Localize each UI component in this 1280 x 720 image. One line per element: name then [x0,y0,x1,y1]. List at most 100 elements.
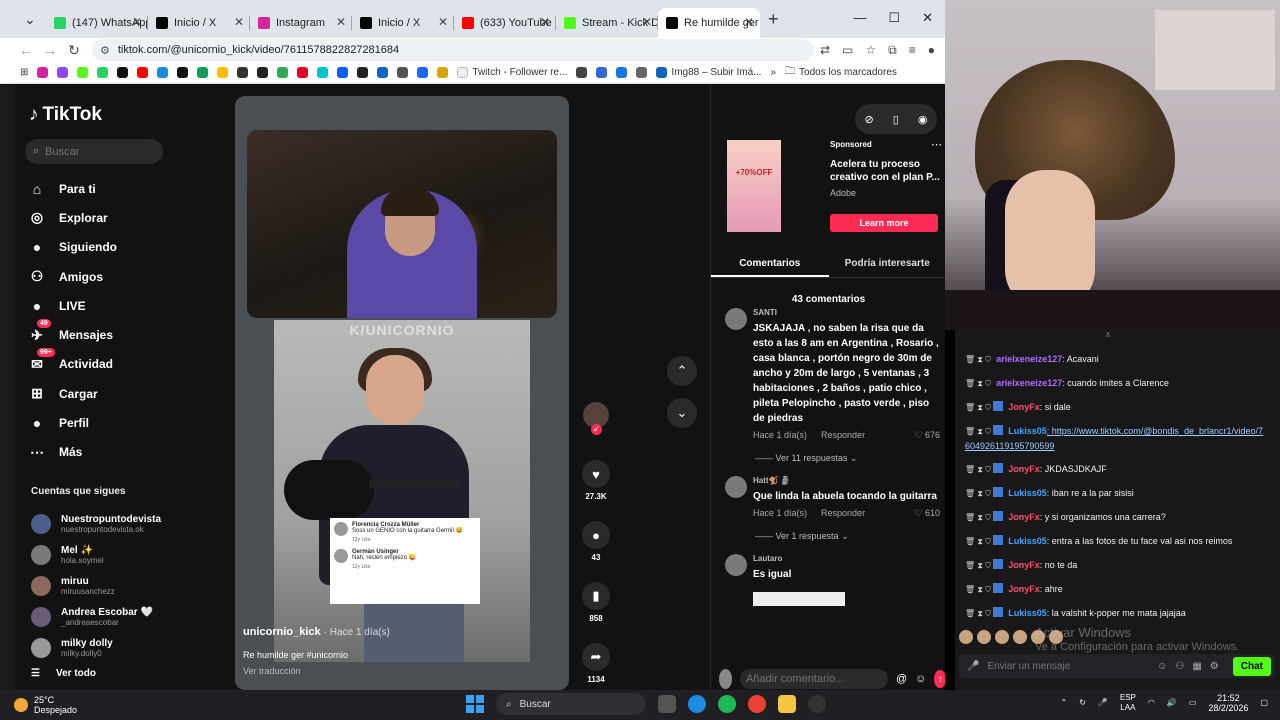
shield-icon[interactable]: ⛉ [985,513,993,522]
tab-may-interest[interactable]: Podría interesarte [829,252,946,277]
back-icon[interactable]: ← [14,42,38,58]
comment-avatar[interactable] [725,308,747,330]
browser-tab[interactable]: Stream - Kick Da ✕ [556,8,658,38]
shield-icon[interactable]: ⛉ [985,403,993,412]
bookmark-twitch-follower[interactable]: Twitch - Follower re... [457,67,567,78]
shield-icon[interactable]: ⛉ [985,585,993,594]
bookmark-x-icon[interactable] [117,67,129,78]
next-video-chevron-down-icon[interactable]: ⌄ [667,398,697,428]
chat-username[interactable]: JonyFx [1008,464,1040,474]
tray-mic-icon[interactable]: 🎤 [1098,698,1108,708]
chat-username[interactable]: Lukiss05 [1008,608,1047,618]
follow-plus-icon[interactable]: ✓ [591,424,602,435]
trash-icon[interactable]: 🗑 [965,609,977,618]
comment-username[interactable]: SANTI [753,308,940,317]
sponsored-ad[interactable]: +70%OFF Sponsored ⋯ Acelera tu proceso c… [727,138,942,234]
trash-icon[interactable]: 🗑 [965,465,977,474]
shield-icon[interactable]: ⛉ [985,355,993,364]
creator-avatar[interactable]: ✓ [583,402,609,435]
add-comment-input[interactable] [739,669,888,689]
chat-send-button[interactable]: Chat [1232,656,1271,676]
file-explorer-icon[interactable] [778,695,796,713]
share-arrow-icon[interactable]: ➦ [582,643,610,671]
bookmark-whatsapp-icon[interactable] [97,67,109,78]
all-bookmarks-folder[interactable]: 🗀 Todos los marcadores [785,64,897,81]
trash-icon[interactable]: 🗑 [965,489,977,498]
store-icon[interactable]: ▦ [1192,661,1201,672]
emote-picker-icon[interactable]: ☺ [1157,661,1167,672]
bookmark-instagram-icon[interactable] [37,67,49,78]
nav-item-amigos[interactable]: ⚇ Amigos [27,262,117,291]
nav-item-más[interactable]: ⋯ Más [27,438,117,467]
tab-search-icon[interactable]: ⌄ [18,11,42,28]
nav-item-actividad[interactable]: ✉ 99+ Actividad [27,348,117,379]
browser-tab[interactable]: Inicio / X ✕ [352,8,454,38]
bookmark-kick-icon[interactable] [77,67,89,78]
settings-gear-icon[interactable]: ⚙ [1210,661,1219,672]
trash-icon[interactable]: 🗑 [965,379,977,388]
chat-username[interactable]: JonyFx [1008,560,1040,570]
tiktok-logo[interactable]: ♪ TikTok [29,104,102,126]
trash-icon[interactable]: 🗑 [965,561,977,570]
tray-sync-icon[interactable]: ↻ [1079,698,1086,708]
bookmark-up2-icon[interactable] [357,67,369,78]
profile-icon[interactable]: ● [928,43,935,58]
see-translation-link[interactable]: Ver traducción [243,666,390,676]
new-tab-button[interactable]: + [768,9,779,30]
comment-reply-button[interactable]: Responder [821,430,865,441]
comment-likes[interactable]: ♡ 676 [914,430,940,441]
bookmark-pinterest-icon[interactable] [297,67,309,78]
comment-bubble-icon[interactable]: ● [582,521,610,549]
bookmark-img88[interactable]: Img88 – Subir Imá... [656,67,761,78]
more-bookmarks-icon[interactable]: » [770,67,776,78]
video-author[interactable]: unicornio_kick [243,626,321,638]
chat-username[interactable]: Lukiss05 [1008,488,1047,498]
shield-icon[interactable]: ⛉ [985,465,993,474]
bookmark-youtube-icon[interactable] [137,67,149,78]
emote-icon[interactable] [959,630,973,644]
chat-username[interactable]: Lukiss05 [1008,426,1047,436]
chat-username[interactable]: JonyFx [1008,512,1040,522]
nav-item-cargar[interactable]: ⊞ Cargar [27,379,117,408]
bookmark-globe-icon[interactable] [397,67,409,78]
shield-icon[interactable]: ⛉ [985,379,993,388]
close-window-icon[interactable]: ✕ [922,10,933,26]
url-field[interactable]: ⚙ tiktok.com/@unicornio_kick/video/76115… [92,39,814,61]
following-item[interactable]: Nuestropuntodevista nuestropuntodevista.o… [31,508,161,539]
user-avatar-icon[interactable]: ◉ [918,113,928,126]
following-item[interactable]: milky dolly milky.dolly0 [31,632,161,663]
apps-icon[interactable]: ⊞ [20,67,28,78]
bookmark-maps-icon[interactable] [277,67,289,78]
browser-tab[interactable]: Instagram ✕ [250,8,352,38]
bookmark-icon[interactable]: ▮ [582,582,610,610]
browser-tab[interactable]: (633) YouTube ✕ [454,8,556,38]
trash-icon[interactable]: 🗑 [965,537,977,546]
mention-icon[interactable]: @ [896,673,907,685]
users-icon[interactable]: ⚇ [1175,661,1184,672]
tab-close-icon[interactable]: ✕ [540,15,550,29]
minimize-icon[interactable]: — [853,10,866,26]
weather-widget[interactable]: 25°C Despejado [0,695,180,715]
bookmark-ext3-icon[interactable] [616,67,628,78]
ad-more-icon[interactable]: ⋯ [931,138,942,151]
nav-item-perfil[interactable]: ● Perfil [27,408,117,437]
nav-item-explorar[interactable]: ◎ Explorar [27,203,117,232]
obs-icon[interactable] [808,695,826,713]
site-info-icon[interactable]: ⚙ [100,44,110,57]
emoji-icon[interactable]: ☺ [915,673,926,685]
tray-chevron-icon[interactable]: ⌃ [1060,698,1067,708]
browser-tab[interactable]: (147) WhatsApp ✕ [46,8,148,38]
chat-username[interactable]: Lukiss05 [1008,536,1047,546]
notifications-icon[interactable]: ▢ [1260,698,1268,708]
comment-heart-icon[interactable]: ♡ [914,508,925,518]
bookmark-ext2-icon[interactable] [596,67,608,78]
trash-icon[interactable]: 🗑 [965,355,977,364]
chat-username[interactable]: JonyFx [1008,584,1040,594]
language-indicator[interactable]: ESP LAA [1120,693,1136,713]
nav-item-para-ti[interactable]: ⌂ Para ti [27,174,117,203]
media-icon[interactable]: ≡ [909,43,916,58]
chat-input[interactable] [987,660,1078,672]
emote-icon[interactable] [995,630,1009,644]
browser-tab[interactable]: Inicio / X ✕ [148,8,250,38]
tab-close-icon[interactable]: ✕ [642,15,652,29]
